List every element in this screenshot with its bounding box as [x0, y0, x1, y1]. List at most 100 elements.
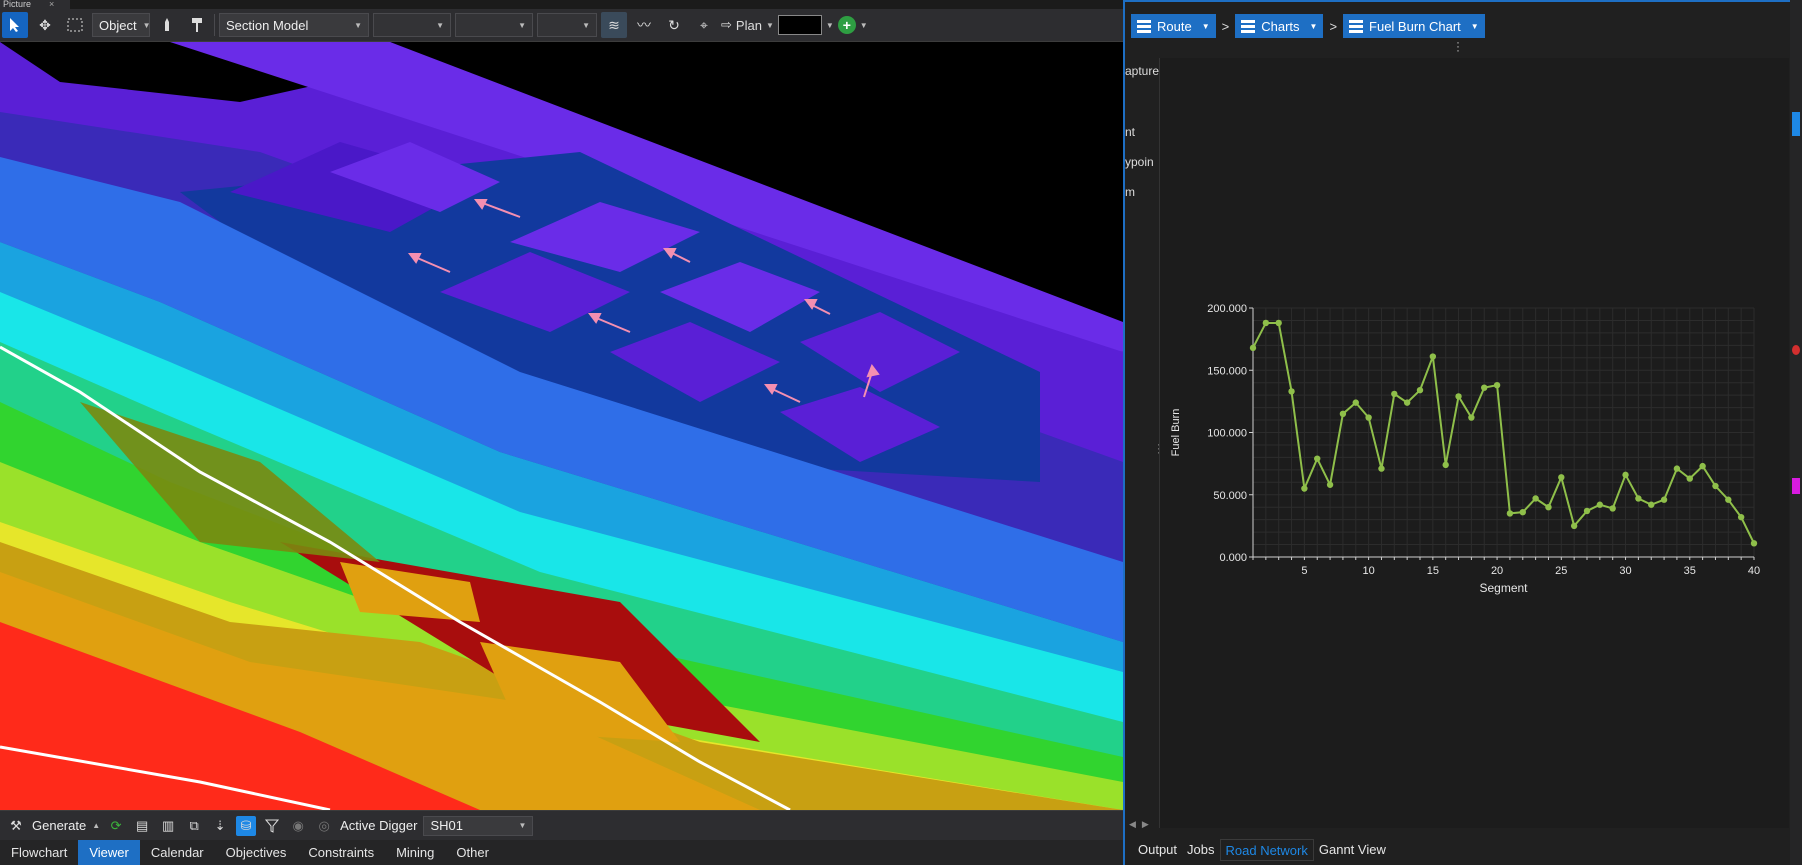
tab-flowchart[interactable]: Flowchart — [0, 840, 78, 865]
data-point[interactable] — [1712, 482, 1719, 490]
tab-constraints[interactable]: Constraints — [297, 840, 385, 865]
refresh-icon[interactable]: ⟳ — [106, 816, 126, 836]
tab-jobs[interactable]: Jobs — [1182, 839, 1219, 861]
tab-mining[interactable]: Mining — [385, 840, 445, 865]
document-edit-icon[interactable]: ▥ — [158, 816, 178, 836]
tab-viewer[interactable]: Viewer — [78, 840, 140, 865]
data-point[interactable] — [1648, 501, 1655, 508]
data-point[interactable] — [1622, 471, 1629, 479]
data-point[interactable] — [1442, 461, 1449, 469]
data-point[interactable] — [1725, 496, 1732, 503]
data-point[interactable] — [1262, 319, 1270, 327]
viewer-document-tab[interactable]: Picture × — [0, 0, 70, 9]
data-point[interactable] — [1673, 465, 1681, 472]
scroll-arrows[interactable]: ◀▶ — [1129, 819, 1155, 830]
empty-dropdown-3[interactable]: ▼ — [537, 13, 597, 37]
data-point[interactable] — [1416, 386, 1424, 394]
data-point[interactable] — [1609, 505, 1616, 512]
data-point[interactable] — [1558, 474, 1565, 481]
close-icon[interactable]: × — [49, 0, 54, 9]
data-point[interactable] — [1686, 475, 1693, 482]
chevron-up-icon[interactable]: ▲ — [92, 821, 100, 830]
surface-icon[interactable]: 〰 — [631, 12, 657, 38]
empty-dropdown-1[interactable]: ▼ — [373, 13, 451, 37]
tab-calendar[interactable]: Calendar — [140, 840, 215, 865]
active-digger-dropdown[interactable]: SH01 ▼ — [423, 815, 534, 836]
cylinder-icon[interactable]: ⛁ — [236, 815, 257, 836]
breadcrumb-fuel-burn-chart[interactable]: Fuel Burn Chart ▼ — [1343, 14, 1485, 38]
y-tick-label: 200.000 — [1207, 303, 1247, 315]
data-point[interactable] — [1403, 399, 1411, 406]
selection-mode-dropdown[interactable]: Object ▼ — [92, 13, 151, 37]
edge-marker — [1792, 112, 1800, 136]
data-point[interactable] — [1314, 455, 1321, 462]
breadcrumb-charts[interactable]: Charts ▼ — [1235, 14, 1324, 38]
filter-icon[interactable] — [262, 816, 282, 836]
eye-icon[interactable]: ◉ — [288, 816, 308, 836]
document-icon[interactable]: ▤ — [132, 816, 152, 836]
data-point[interactable] — [1737, 513, 1745, 521]
sort-icon[interactable]: ⇣ — [210, 816, 230, 836]
data-point[interactable] — [1583, 507, 1591, 515]
3d-viewport[interactable] — [0, 42, 1123, 810]
chevron-down-icon[interactable]: ▼ — [860, 21, 868, 30]
data-point[interactable] — [1301, 485, 1308, 492]
data-point[interactable] — [1660, 496, 1668, 503]
view-plan-dropdown[interactable]: ⇨ Plan ▼ — [721, 12, 774, 38]
chevron-down-icon: ▼ — [354, 20, 362, 30]
data-point[interactable] — [1275, 319, 1282, 327]
data-point[interactable] — [1288, 388, 1295, 395]
empty-dropdown-2[interactable]: ▼ — [455, 13, 533, 37]
data-point[interactable] — [1352, 399, 1359, 406]
tab-other[interactable]: Other — [445, 840, 500, 865]
layer-toggle-icon[interactable]: ≋ — [601, 12, 627, 38]
move-icon[interactable]: ✥ — [32, 12, 58, 38]
orbit-icon[interactable]: ↻ — [661, 12, 687, 38]
select-arrow-icon[interactable] — [2, 12, 28, 38]
fuel-burn-chart: 0.000 50.000 100.000 150.000 200.000 5 10 15 20 2… — [1159, 58, 1789, 828]
pen-icon[interactable] — [154, 12, 180, 38]
marquee-select-icon[interactable] — [62, 12, 88, 38]
data-point[interactable] — [1699, 462, 1706, 470]
chevron-down-icon[interactable]: ▼ — [826, 21, 834, 30]
data-point[interactable] — [1339, 410, 1347, 418]
data-point[interactable] — [1635, 495, 1642, 502]
x-axis-label: Segment — [1479, 581, 1528, 595]
data-point[interactable] — [1506, 510, 1514, 517]
side-list-item[interactable]: apture — [1125, 64, 1161, 78]
data-point[interactable] — [1532, 495, 1539, 502]
breadcrumb-route[interactable]: Route ▼ — [1131, 14, 1216, 38]
data-point[interactable] — [1468, 414, 1475, 421]
data-point[interactable] — [1545, 504, 1552, 511]
paint-roller-icon[interactable] — [184, 12, 210, 38]
data-point[interactable] — [1326, 481, 1334, 488]
splitter-grip-icon[interactable]: ··· — [1456, 36, 1460, 56]
data-point[interactable] — [1750, 540, 1758, 547]
copy-icon[interactable]: ⧉ — [184, 816, 204, 836]
data-point[interactable] — [1519, 508, 1526, 516]
data-point[interactable] — [1493, 381, 1501, 389]
tab-output[interactable]: Output — [1133, 839, 1182, 861]
data-point[interactable] — [1378, 465, 1385, 472]
chevron-down-icon: ▼ — [142, 20, 151, 30]
side-list-item[interactable]: m — [1125, 185, 1161, 199]
side-list-item[interactable]: nt — [1125, 125, 1161, 139]
data-point[interactable] — [1596, 501, 1604, 508]
data-point[interactable] — [1429, 353, 1437, 360]
side-list-item[interactable]: ypoin — [1125, 155, 1161, 169]
generate-button[interactable]: Generate — [32, 818, 86, 833]
data-point[interactable] — [1365, 414, 1372, 421]
tab-road-network[interactable]: Road Network — [1219, 838, 1314, 861]
data-point[interactable] — [1570, 522, 1578, 530]
color-swatch[interactable] — [777, 15, 822, 35]
target-icon[interactable]: ⌖ — [691, 12, 717, 38]
eye-hidden-icon[interactable]: ◎ — [314, 816, 334, 836]
tab-gannt-view[interactable]: Gannt View — [1314, 839, 1391, 861]
data-point[interactable] — [1391, 390, 1398, 398]
data-point[interactable] — [1481, 384, 1488, 391]
data-point[interactable] — [1455, 393, 1462, 400]
model-dropdown[interactable]: Section Model ▼ — [219, 13, 369, 37]
tab-objectives[interactable]: Objectives — [215, 840, 298, 865]
add-icon[interactable]: + — [837, 16, 856, 34]
data-point[interactable] — [1249, 344, 1257, 352]
